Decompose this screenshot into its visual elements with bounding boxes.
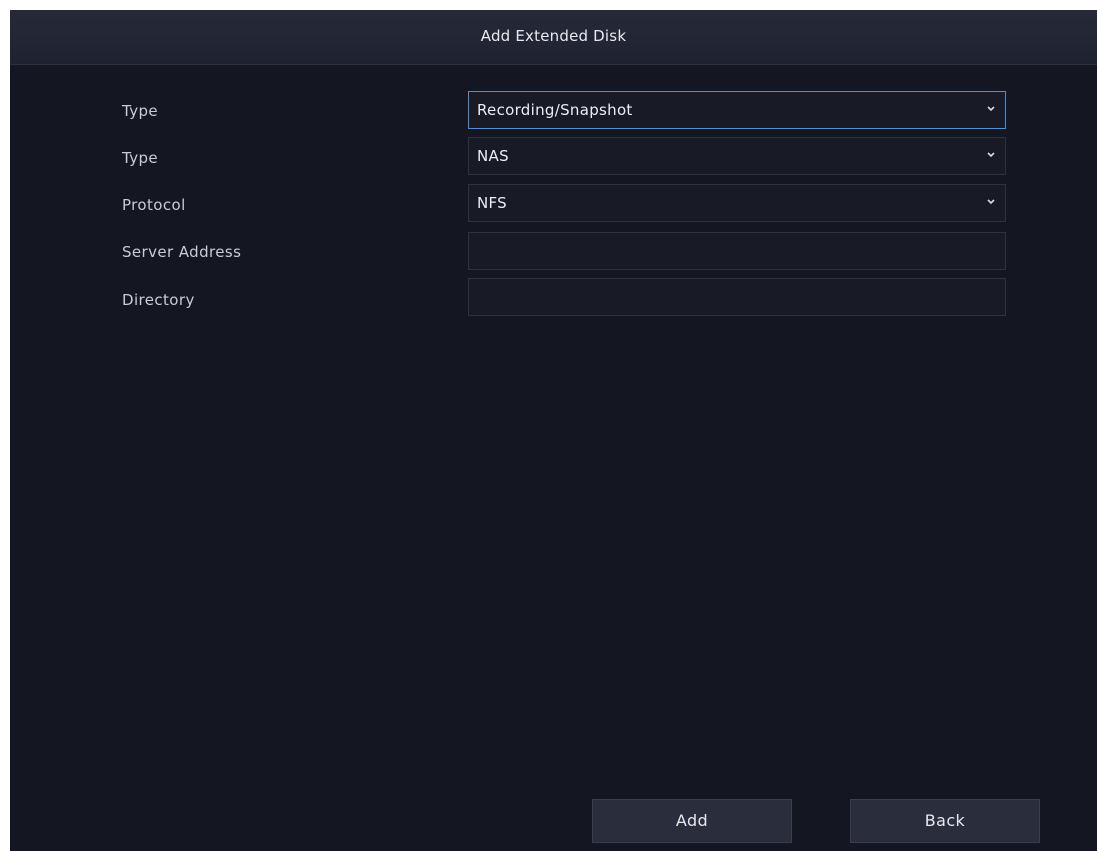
chevron-down-icon xyxy=(987,106,995,112)
disk-type-value: NAS xyxy=(477,147,509,165)
disk-type-label: Type xyxy=(122,149,159,167)
chevron-down-icon xyxy=(987,152,995,158)
chevron-down-icon xyxy=(987,199,995,205)
add-button[interactable]: Add xyxy=(592,799,792,843)
protocol-value: NFS xyxy=(477,194,508,212)
directory-input[interactable] xyxy=(468,278,1006,316)
directory-label: Directory xyxy=(122,291,195,309)
server-address-label: Server Address xyxy=(122,243,242,261)
disk-type-select[interactable]: NAS xyxy=(468,137,1006,175)
storage-type-select[interactable]: Recording/Snapshot xyxy=(468,91,1006,129)
dialog-title: Add Extended Disk xyxy=(480,27,627,45)
server-address-input[interactable] xyxy=(468,232,1006,270)
type-label: Type xyxy=(122,102,159,120)
storage-type-value: Recording/Snapshot xyxy=(477,101,633,119)
dialog-title-bar: Add Extended Disk xyxy=(10,10,1097,65)
protocol-label: Protocol xyxy=(122,196,186,214)
back-button[interactable]: Back xyxy=(850,799,1040,843)
protocol-select[interactable]: NFS xyxy=(468,184,1006,222)
add-extended-disk-dialog: Add Extended Disk Type Recording/Snapsho… xyxy=(10,10,1097,851)
